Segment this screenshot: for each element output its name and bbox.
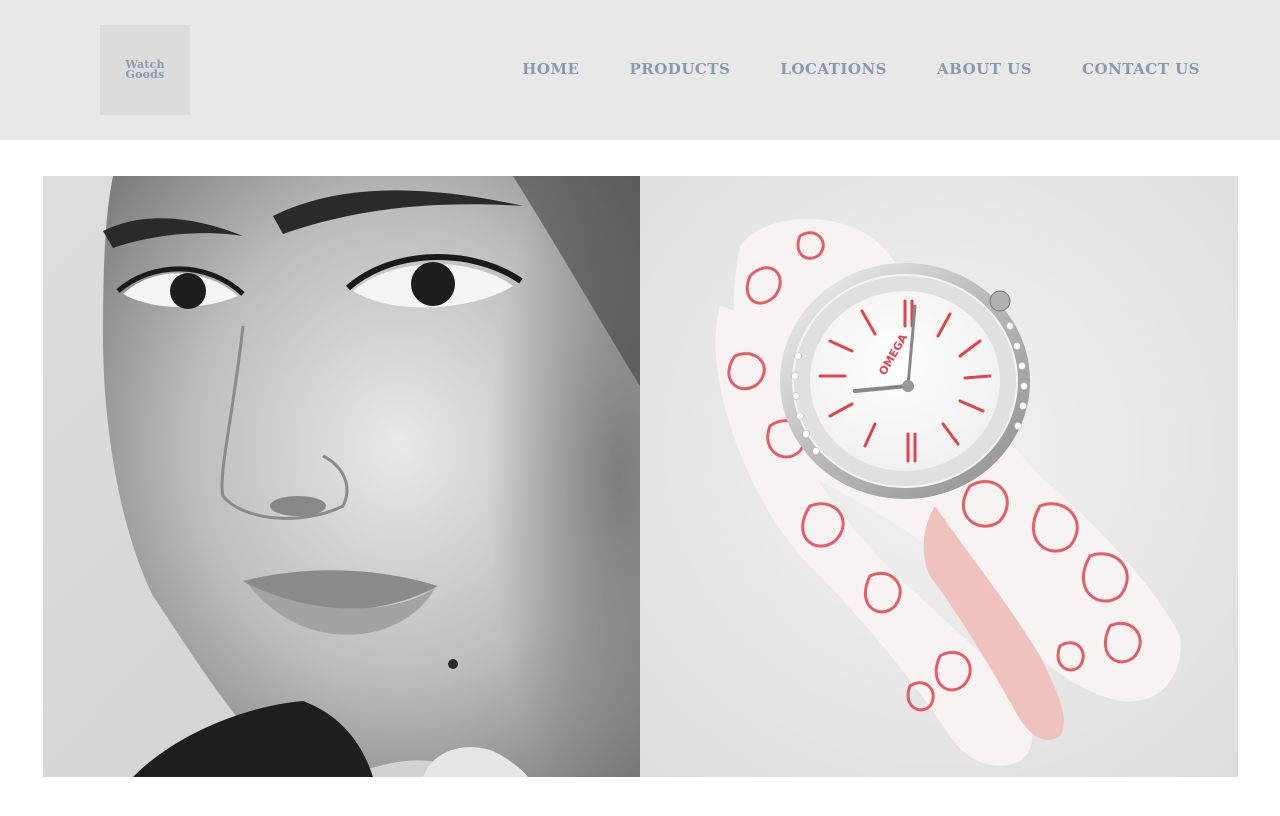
page: Watch Goods HOME PRODUCTS LOCATIONS ABOU… — [0, 0, 1280, 816]
site-header: Watch Goods HOME PRODUCTS LOCATIONS ABOU… — [0, 0, 1280, 140]
portrait-illustration — [43, 176, 640, 777]
hero-banner: OMEGA — [43, 176, 1238, 777]
watch-image: OMEGA — [640, 176, 1238, 777]
nav-locations-link[interactable]: LOCATIONS — [780, 58, 887, 80]
logo[interactable]: Watch Goods — [100, 25, 190, 115]
main-nav: HOME PRODUCTS LOCATIONS ABOUT US CONTACT… — [522, 58, 1200, 80]
nav-contact-link[interactable]: CONTACT US — [1082, 58, 1200, 80]
watch-illustration: OMEGA — [640, 176, 1238, 777]
portrait-image — [43, 176, 640, 777]
logo-text: Watch Goods — [125, 58, 165, 81]
nav-about-link[interactable]: ABOUT US — [937, 58, 1032, 80]
nav-products-link[interactable]: PRODUCTS — [630, 58, 731, 80]
nav-home-link[interactable]: HOME — [522, 58, 579, 80]
